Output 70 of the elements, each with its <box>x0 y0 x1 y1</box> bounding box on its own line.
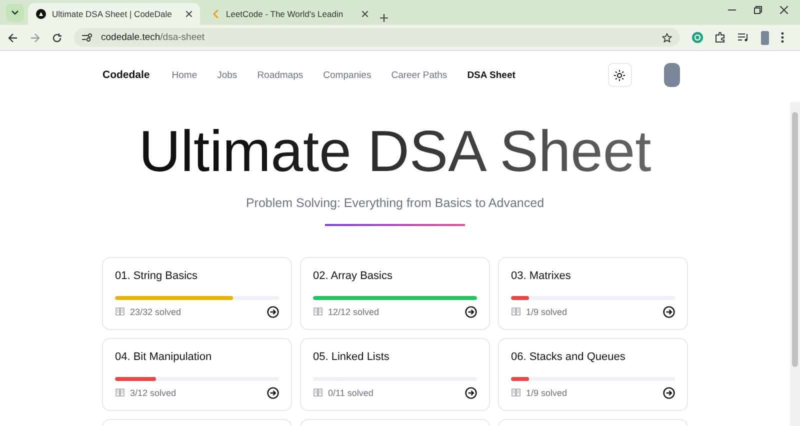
solved-count: 1/9 solved <box>526 388 568 398</box>
topic-title: 06. Stacks and Queues <box>511 350 626 363</box>
brand-logo[interactable]: Codedale <box>102 69 150 81</box>
close-icon[interactable] <box>362 11 368 17</box>
open-arrow-button[interactable] <box>465 386 477 399</box>
page-subtitle: Problem Solving: Everything from Basics to Advanced <box>246 196 544 210</box>
arrow-circle-icon <box>267 386 279 399</box>
solved-count: 12/12 solved <box>328 306 380 317</box>
nav-link[interactable]: Jobs <box>217 70 238 80</box>
browser-tab[interactable]: LeetCode - The World's Leadin <box>204 3 376 25</box>
topic-title: 01. String Basics <box>115 270 199 282</box>
menu-icon[interactable] <box>781 32 784 43</box>
browser-tab[interactable]: Ultimate DSA Sheet | CodeDale <box>28 3 200 25</box>
nav-link[interactable]: DSA Sheet <box>467 70 516 80</box>
topic-title: 03. Matrixes <box>511 270 572 282</box>
sun-icon <box>614 70 625 80</box>
topic-card[interactable]: 01. String Basics 23/32 solved <box>102 256 292 330</box>
book-icon <box>511 307 521 316</box>
address-bar[interactable]: codedale.tech/dsa-sheet <box>74 28 680 47</box>
topic-card[interactable]: 03. Matrixes 1/9 solved <box>498 256 688 330</box>
book-icon <box>313 388 323 398</box>
arrow-circle-icon <box>663 306 675 318</box>
new-tab-icon[interactable] <box>380 14 388 22</box>
theme-toggle-button[interactable] <box>608 63 632 87</box>
arrow-circle-icon <box>663 386 675 399</box>
site-logo-icon <box>36 9 46 19</box>
solved-count: 1/9 solved <box>526 306 568 317</box>
solved-count: 23/32 solved <box>130 306 182 317</box>
site-settings-icon[interactable] <box>82 33 93 42</box>
solved-count: 3/12 solved <box>130 388 176 398</box>
topic-card[interactable]: 05. Linked Lists 0/11 solved <box>300 338 490 411</box>
close-icon[interactable] <box>780 6 788 14</box>
back-icon[interactable] <box>8 32 18 42</box>
open-arrow-button[interactable] <box>267 306 279 318</box>
close-icon[interactable] <box>186 11 192 17</box>
tab-search-button[interactable] <box>6 4 24 22</box>
topic-card[interactable]: 02. Array Basics 12/12 solved <box>300 256 490 330</box>
forward-icon[interactable] <box>30 32 40 42</box>
solved-count: 0/11 solved <box>328 388 374 398</box>
site-logo-icon <box>212 9 220 19</box>
book-icon <box>115 307 125 316</box>
topic-card[interactable]: 06. Stacks and Queues 1/9 solved <box>498 338 688 411</box>
chevron-down-icon <box>11 10 19 16</box>
book-icon <box>115 388 125 398</box>
open-arrow-button[interactable] <box>663 386 675 399</box>
nav-link[interactable]: Career Paths <box>391 70 448 80</box>
profile-avatar[interactable] <box>761 30 769 44</box>
open-arrow-button[interactable] <box>465 306 477 318</box>
nav-link[interactable]: Companies <box>323 70 372 80</box>
nav-link[interactable]: Home <box>172 70 198 80</box>
topic-card[interactable]: 04. Bit Manipulation 3/12 solved <box>102 338 292 411</box>
arrow-circle-icon <box>267 306 279 318</box>
topic-title: 05. Linked Lists <box>313 350 390 363</box>
topic-title: 04. Bit Manipulation <box>115 350 213 363</box>
open-arrow-button[interactable] <box>663 306 675 318</box>
book-icon <box>511 388 521 398</box>
scrollbar[interactable] <box>790 102 800 426</box>
reload-icon[interactable] <box>52 32 62 42</box>
arrow-circle-icon <box>465 386 477 399</box>
bookmark-star-icon[interactable] <box>662 32 672 42</box>
open-arrow-button[interactable] <box>267 386 279 399</box>
nav-link[interactable]: Roadmaps <box>257 70 304 80</box>
extension-icon[interactable] <box>692 32 703 43</box>
topic-title: 02. Array Basics <box>313 270 394 282</box>
media-queue-icon[interactable] <box>738 33 749 42</box>
restore-icon[interactable] <box>754 6 762 14</box>
user-avatar[interactable] <box>664 63 680 87</box>
book-icon <box>313 307 323 316</box>
arrow-circle-icon <box>465 306 477 318</box>
puzzle-icon[interactable] <box>715 32 726 43</box>
